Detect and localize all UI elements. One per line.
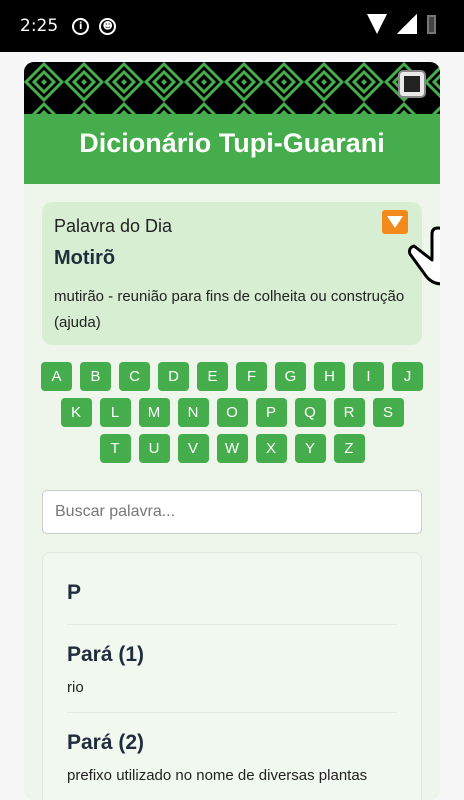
list-item[interactable]: Pará (2) prefixo utilizado no nome de di… bbox=[67, 713, 397, 800]
notification-icon: ☻ bbox=[99, 17, 117, 35]
letter-button-w[interactable]: W bbox=[216, 434, 248, 463]
letter-button-o[interactable]: O bbox=[216, 398, 248, 427]
letter-button-f[interactable]: F bbox=[236, 362, 267, 391]
letter-button-u[interactable]: U bbox=[138, 434, 170, 463]
letter-button-r[interactable]: R bbox=[333, 398, 365, 427]
letter-button-y[interactable]: Y bbox=[294, 434, 326, 463]
status-bar: 2:25 i ☻ bbox=[0, 0, 464, 52]
letter-button-v[interactable]: V bbox=[177, 434, 209, 463]
entry-definition: rio bbox=[67, 679, 84, 696]
letter-button-n[interactable]: N bbox=[177, 398, 209, 427]
search-input[interactable] bbox=[42, 490, 422, 534]
letter-button-x[interactable]: X bbox=[255, 434, 287, 463]
info-icon: i bbox=[72, 17, 90, 35]
alphabet-row-3: TUVWXYZ bbox=[24, 434, 440, 463]
results-list: P Pará (1) rio Pará (2) prefixo utilizad… bbox=[42, 552, 422, 800]
letter-button-i[interactable]: I bbox=[353, 362, 384, 391]
letter-button-m[interactable]: M bbox=[138, 398, 170, 427]
letter-button-e[interactable]: E bbox=[197, 362, 228, 391]
stop-button[interactable] bbox=[398, 70, 426, 98]
letter-button-s[interactable]: S bbox=[372, 398, 404, 427]
alphabet-row-2: KLMNOPQRS bbox=[24, 398, 440, 427]
signal-icon bbox=[397, 14, 417, 34]
letter-button-c[interactable]: C bbox=[119, 362, 150, 391]
battery-icon bbox=[427, 14, 436, 34]
word-of-day-toggle-button[interactable] bbox=[382, 210, 408, 234]
word-of-day-card: Palavra do Dia Motirõ mutirão - reunião … bbox=[42, 202, 440, 345]
word-of-day-definition: mutirão - reunião para fins de colheita … bbox=[54, 288, 405, 331]
letter-button-l[interactable]: L bbox=[99, 398, 131, 427]
wifi-icon bbox=[367, 14, 387, 34]
status-time: 2:25 bbox=[20, 16, 59, 36]
stop-icon bbox=[404, 76, 420, 92]
alphabet-index: ABCDEFGHIJ KLMNOPQRS TUVWXYZ bbox=[24, 362, 440, 470]
list-item[interactable]: Pará (1) rio bbox=[67, 625, 397, 713]
entry-definition: prefixo utilizado no nome de diversas pl… bbox=[67, 767, 368, 784]
app-title: Dicionário Tupi-Guarani bbox=[79, 128, 385, 158]
letter-button-q[interactable]: Q bbox=[294, 398, 326, 427]
entry-word: Pará (1) bbox=[67, 643, 145, 666]
app-header: Dicionário Tupi-Guarani bbox=[24, 62, 440, 184]
letter-button-a[interactable]: A bbox=[41, 362, 72, 391]
header-pattern bbox=[24, 62, 440, 114]
letter-button-z[interactable]: Z bbox=[333, 434, 365, 463]
letter-button-j[interactable]: J bbox=[392, 362, 423, 391]
word-of-day-label: Palavra do Dia bbox=[54, 216, 173, 236]
status-indicators bbox=[367, 14, 436, 34]
letter-button-d[interactable]: D bbox=[158, 362, 189, 391]
app-container: Dicionário Tupi-Guarani Palavra do Dia M… bbox=[24, 62, 440, 800]
letter-button-b[interactable]: B bbox=[80, 362, 111, 391]
word-of-day-word: Motirõ bbox=[54, 247, 116, 269]
letter-button-t[interactable]: T bbox=[99, 434, 131, 463]
hand-pointer-icon bbox=[408, 226, 440, 286]
entry-word: Pará (2) bbox=[67, 731, 145, 754]
letter-heading: P bbox=[67, 553, 397, 625]
chevron-down-icon bbox=[387, 216, 403, 228]
letter-button-k[interactable]: K bbox=[60, 398, 92, 427]
letter-button-g[interactable]: G bbox=[275, 362, 306, 391]
letter-button-p[interactable]: P bbox=[255, 398, 287, 427]
letter-button-h[interactable]: H bbox=[314, 362, 345, 391]
alphabet-row-1: ABCDEFGHIJ bbox=[24, 362, 440, 391]
